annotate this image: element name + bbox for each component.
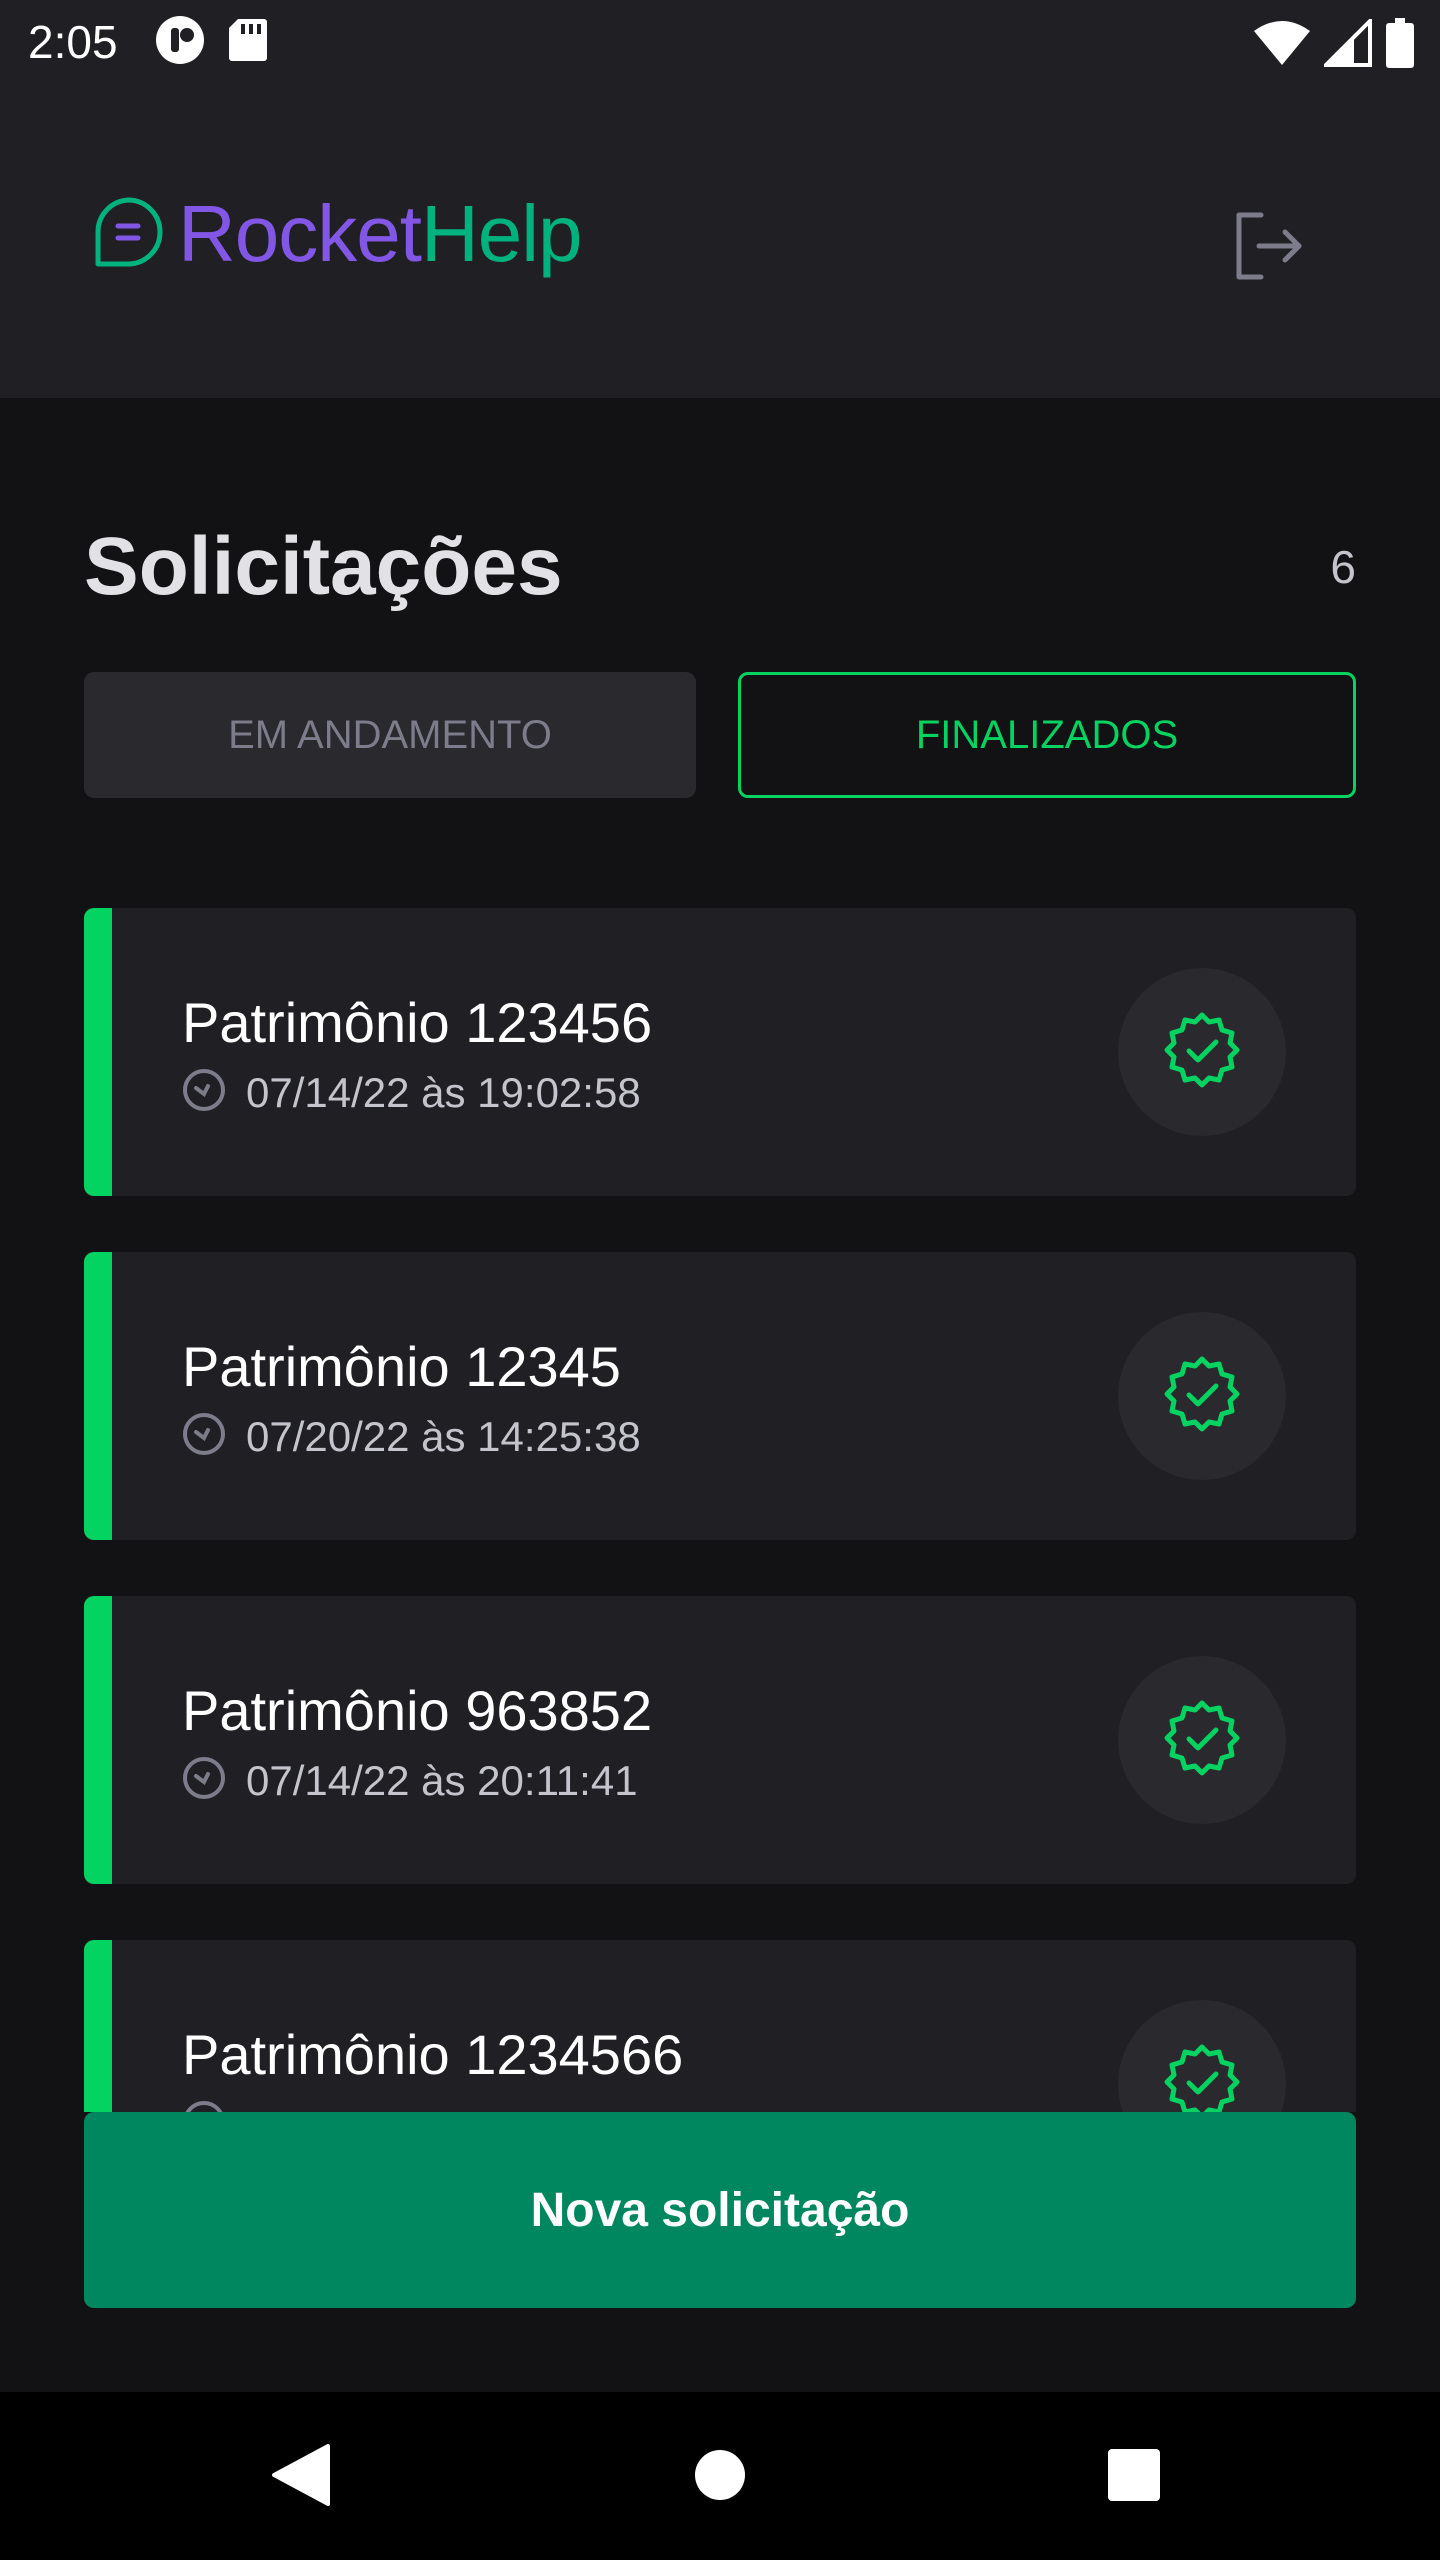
nav-home-button[interactable]	[675, 2432, 765, 2522]
order-title: Patrimônio 1234566	[182, 2023, 684, 2086]
order-meta: 07/14/22 às 19:02:58	[182, 1068, 641, 1117]
clock-icon	[182, 2100, 226, 2112]
back-triangle-icon	[270, 2442, 330, 2513]
order-status-badge	[1118, 1312, 1286, 1480]
filter-em-andamento[interactable]: EM ANDAMENTO	[84, 672, 696, 798]
notification-icon	[154, 14, 206, 71]
status-left-icons	[154, 14, 268, 71]
filter-finalizados[interactable]: FINALIZADOS	[738, 672, 1356, 798]
status-bar-indicator	[84, 1596, 112, 1884]
wifi-icon	[1254, 19, 1310, 72]
status-bar-indicator	[84, 908, 112, 1196]
orders-count: 6	[1330, 541, 1356, 593]
logo-text: RocketHelp	[178, 194, 583, 274]
order-card[interactable]: Patrimônio 123456 07/14/22 às 19:02:58	[84, 908, 1356, 1196]
new-request-button[interactable]: Nova solicitação	[84, 2112, 1356, 2308]
clock-icon	[182, 1068, 226, 1117]
order-date: 07/14/22 às 19:02:58	[246, 1068, 641, 1116]
chat-bubble-icon	[92, 196, 164, 273]
logo-text-rocket: Rocket	[178, 189, 422, 278]
app-header: RocketHelp	[0, 84, 1440, 398]
order-status-badge	[1118, 2000, 1286, 2112]
status-time: 2:05	[28, 16, 118, 68]
app-screen: 2:05 RocketHelp Solicitações 6 EM ANDAME…	[0, 0, 1440, 2560]
logout-button[interactable]	[1230, 208, 1310, 288]
logo-text-help: Help	[420, 189, 583, 278]
order-card[interactable]: Patrimônio 1234566	[84, 1940, 1356, 2112]
nav-recents-button[interactable]	[1089, 2432, 1179, 2522]
status-bar: 2:05	[0, 0, 1440, 84]
order-date: 07/14/22 às 20:11:41	[246, 1756, 638, 1804]
order-date: 07/20/22 às 14:25:38	[246, 1412, 641, 1460]
sd-card-icon	[228, 17, 268, 68]
order-meta: 07/14/22 às 20:11:41	[182, 1756, 638, 1805]
status-bar-indicator	[84, 1940, 112, 2112]
order-status-badge	[1118, 968, 1286, 1136]
check-badge-icon	[1163, 1355, 1241, 1438]
order-meta	[182, 2100, 246, 2112]
page-title: Solicitações	[84, 521, 563, 612]
sign-out-icon	[1233, 209, 1307, 288]
clock-icon	[182, 1756, 226, 1805]
order-card[interactable]: Patrimônio 12345 07/20/22 às 14:25:38	[84, 1252, 1356, 1540]
recents-square-icon	[1106, 2447, 1162, 2508]
status-right-icons	[1254, 16, 1414, 73]
clock-icon	[182, 1412, 226, 1461]
check-badge-icon	[1163, 2043, 1241, 2112]
home-circle-icon	[693, 2448, 747, 2507]
order-card[interactable]: Patrimônio 963852 07/14/22 às 20:11:41	[84, 1596, 1356, 1884]
orders-list[interactable]: Patrimônio 123456 07/14/22 às 19:02:58 P…	[84, 908, 1356, 2112]
nav-back-button[interactable]	[255, 2432, 345, 2522]
order-title: Patrimônio 12345	[182, 1335, 621, 1398]
android-nav-bar	[0, 2392, 1440, 2560]
check-badge-icon	[1163, 1011, 1241, 1094]
battery-icon	[1386, 18, 1414, 73]
order-title: Patrimônio 963852	[182, 1679, 653, 1742]
order-meta: 07/20/22 às 14:25:38	[182, 1412, 641, 1461]
signal-icon	[1321, 16, 1372, 72]
status-bar-indicator	[84, 1252, 112, 1540]
order-status-badge	[1118, 1656, 1286, 1824]
check-badge-icon	[1163, 1699, 1241, 1782]
rockethelp-logo: RocketHelp	[92, 194, 583, 274]
order-title: Patrimônio 123456	[182, 991, 653, 1054]
